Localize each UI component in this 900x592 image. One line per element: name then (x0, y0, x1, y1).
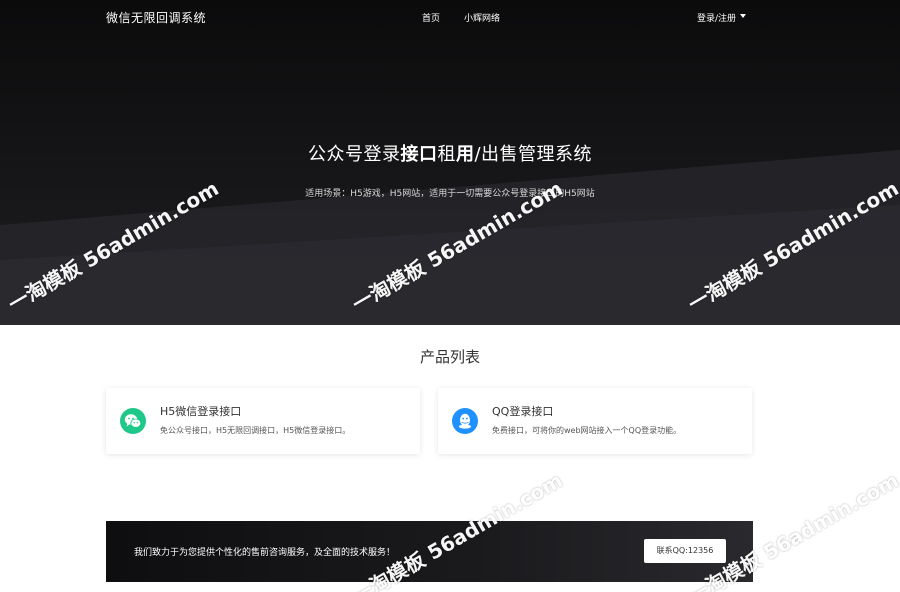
product-card-desc: 免公众号接口，H5无限回调接口，H5微信登录接口。 (160, 426, 351, 435)
nav-link-xiaohui[interactable]: 小辉网络 (464, 11, 500, 24)
product-card-title: QQ登录接口 (492, 405, 554, 418)
hero-subtitle: 适用场景：H5游戏，H5网站，适用于一切需要公众号登录接口的H5网站 (305, 189, 595, 199)
product-card-desc: 免费接口，可将你的web网站接入一个QQ登录功能。 (492, 426, 682, 435)
wechat-icon (120, 408, 146, 434)
contact-qq-button[interactable]: 联系QQ:12356 (644, 539, 726, 563)
contact-banner-text: 我们致力于为您提供个性化的售前咨询服务，及全面的技术服务！ (134, 548, 396, 558)
login-register-link[interactable]: 登录/注册 (697, 11, 736, 24)
chevron-down-icon[interactable] (740, 14, 746, 18)
top-nav: 微信无限回调系统 首页 小辉网络 登录/注册 (0, 0, 900, 34)
product-card-qq[interactable]: QQ登录接口 免费接口，可将你的web网站接入一个QQ登录功能。 (438, 388, 752, 454)
hero-banner: 微信无限回调系统 首页 小辉网络 登录/注册 公众号登录接口租用/出售管理系统 … (0, 0, 900, 325)
product-card-wechat[interactable]: H5微信登录接口 免公众号接口，H5无限回调接口，H5微信登录接口。 (106, 388, 420, 454)
contact-banner: 我们致力于为您提供个性化的售前咨询服务，及全面的技术服务！ 联系QQ:12356 (106, 521, 753, 582)
brand-logo-text[interactable]: 微信无限回调系统 (106, 9, 206, 26)
product-list-title: 产品列表 (419, 348, 480, 366)
hero-title: 公众号登录接口租用/出售管理系统 (307, 144, 593, 165)
product-card-title: H5微信登录接口 (160, 405, 242, 418)
nav-link-home[interactable]: 首页 (422, 11, 440, 24)
qq-icon (452, 408, 478, 434)
